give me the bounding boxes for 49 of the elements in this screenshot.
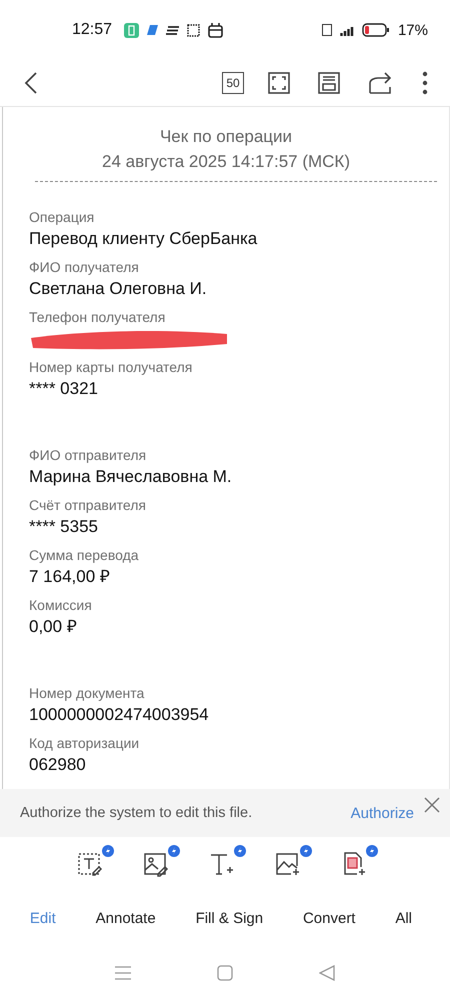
banner-message: Authorize the system to edit this file. <box>20 805 254 821</box>
grid-icon <box>187 24 200 36</box>
status-time: 12:57 <box>72 21 112 39</box>
field-value: **** 5355 <box>29 516 100 538</box>
field-label: ФИО отправителя <box>29 446 148 464</box>
field-value: Марина Вячеславовна М. <box>29 466 233 488</box>
back-nav-icon[interactable] <box>319 964 335 980</box>
field-label: Код авторизации <box>29 734 140 752</box>
bottom-tab[interactable]: Convert <box>298 904 360 932</box>
field-value: 1000000002474003954 <box>29 704 210 726</box>
add-image-icon <box>275 851 301 877</box>
page-number-button[interactable]: 50 <box>222 72 244 94</box>
bottom-tab[interactable]: Fill & Sign <box>192 904 268 932</box>
field-label: Номер карты получателя <box>29 358 194 376</box>
bottom-tab[interactable]: All <box>391 904 416 932</box>
field-label: ФИО получателя <box>29 258 140 276</box>
close-icon[interactable] <box>424 796 440 816</box>
signal-icon <box>340 24 354 36</box>
receipt-title: Чек по операции <box>160 127 292 147</box>
lightning-badge-icon <box>168 845 180 857</box>
bottom-tab[interactable]: Edit <box>26 904 60 932</box>
field-label: Счёт отправителя <box>29 496 147 514</box>
field-value: 7 164,00 ₽ <box>29 566 111 588</box>
field-value: Светлана Олеговна И. <box>29 278 208 300</box>
field-value: Перевод клиенту СберБанка <box>29 228 258 250</box>
image-edit-icon <box>143 851 169 877</box>
app-notification-icon <box>124 22 140 38</box>
bottom-tab[interactable]: Annotate <box>92 904 160 932</box>
app-notification-icon <box>147 25 158 35</box>
field-label: Номер документа <box>29 684 146 702</box>
field-value: 062980 <box>29 754 87 776</box>
field-label: Комиссия <box>29 596 93 614</box>
lightning-badge-icon <box>234 845 246 857</box>
battery-percent: 17% <box>398 22 428 38</box>
field-label: Сумма перевода <box>29 546 140 564</box>
text-edit-icon <box>77 851 103 877</box>
lightning-badge-icon <box>366 845 378 857</box>
calendar-icon <box>208 22 224 38</box>
lines-icon <box>166 26 180 34</box>
field-label: Телефон получателя <box>29 308 166 326</box>
field-value: **** 0321 <box>29 378 100 400</box>
field-value: 0,00 ₽ <box>29 616 78 638</box>
home-icon[interactable] <box>217 964 233 980</box>
field-label: Операция <box>29 208 96 226</box>
lightning-badge-icon <box>300 845 312 857</box>
receipt-date: 24 августа 2025 14:17:57 (МСК) <box>102 152 350 172</box>
lightning-badge-icon <box>102 845 114 857</box>
battery-icon <box>362 23 390 37</box>
menu-icon[interactable] <box>115 966 131 980</box>
